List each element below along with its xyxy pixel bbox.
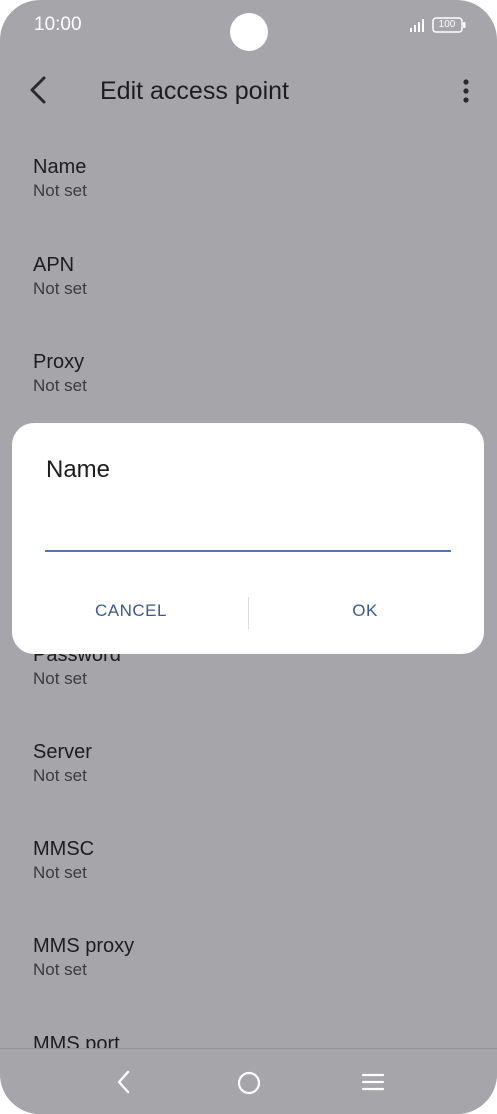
setting-item-apn[interactable]: APN Not set [33,252,473,300]
signal-icon [410,19,424,32]
setting-item-mms-proxy[interactable]: MMS proxy Not set [33,933,473,981]
setting-item-mmsc[interactable]: MMSC Not set [33,836,473,884]
dialog-button-divider [248,597,249,629]
name-dialog: Name CANCEL OK [12,423,484,654]
back-arrow-icon[interactable] [22,74,54,106]
ok-button[interactable]: OK [265,591,465,631]
setting-label: MMSC [33,838,95,860]
setting-label: MMS proxy [33,935,135,957]
name-input[interactable] [45,508,451,552]
setting-item-server[interactable]: Server Not set [33,739,473,787]
dialog-title: Name [46,456,111,483]
status-time: 10:00 [34,14,82,35]
setting-value: Not set [33,376,87,395]
nav-home-icon[interactable] [236,1070,262,1096]
more-options-icon[interactable] [456,76,476,106]
cancel-button[interactable]: CANCEL [31,591,231,631]
navigation-bar [0,1048,497,1114]
setting-item-proxy[interactable]: Proxy Not set [33,349,473,397]
app-bar: Edit access point [0,60,497,122]
setting-item-name[interactable]: Name Not set [33,154,473,202]
setting-label: Name [33,156,87,178]
setting-label: Server [33,741,92,763]
setting-value: Not set [33,181,87,200]
setting-value: Not set [33,279,87,298]
setting-value: Not set [33,960,87,979]
setting-label: Proxy [33,351,85,373]
camera-cutout [230,13,268,51]
status-bar: 10:00 100 [0,0,497,52]
setting-value: Not set [33,669,87,688]
nav-back-icon[interactable] [112,1069,136,1095]
battery-level: 100 [438,19,456,30]
setting-value: Not set [33,863,87,882]
setting-label: APN [33,254,75,276]
nav-recents-icon[interactable] [361,1072,385,1092]
setting-value: Not set [33,766,87,785]
phone-screen: 10:00 100 Edit access point Name Not set… [0,0,497,1114]
page-title: Edit access point [100,77,289,105]
